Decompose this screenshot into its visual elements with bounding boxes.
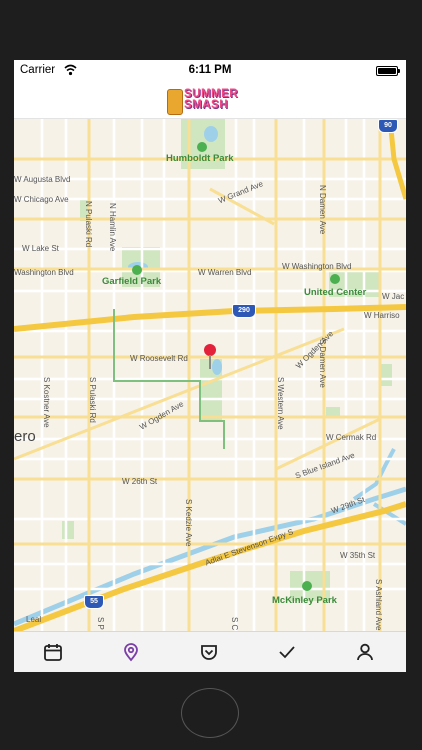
street-label: S Ashland Ave bbox=[374, 579, 383, 631]
park-icon bbox=[132, 265, 142, 275]
park-icon bbox=[197, 142, 207, 152]
street-label: S Western Ave bbox=[276, 377, 285, 430]
tab-calendar[interactable] bbox=[14, 632, 92, 672]
street-label: S Pulaski Rd bbox=[88, 377, 97, 423]
street-label: W Jac bbox=[382, 292, 405, 301]
street-label: W Warren Blvd bbox=[198, 268, 252, 277]
garfield-park-label: Garfield Park bbox=[102, 276, 162, 287]
map-pin-icon bbox=[124, 643, 138, 662]
i55-shield-icon: 55 bbox=[84, 595, 104, 609]
i90-shield-icon: 90 bbox=[378, 119, 398, 133]
calendar-icon bbox=[44, 644, 62, 661]
street-label: N Hamlin Ave bbox=[108, 203, 117, 252]
street-label: W Chicago Ave bbox=[14, 195, 69, 204]
status-bar: Carrier 6:11 PM bbox=[14, 60, 406, 82]
street-label: Washington Blvd bbox=[14, 268, 74, 277]
app-header: SUMMER SMASH bbox=[14, 82, 406, 119]
tab-check[interactable] bbox=[248, 632, 326, 672]
street-label: S Damen Ave bbox=[318, 339, 327, 388]
street-label: W Harriso bbox=[364, 311, 400, 320]
street-label: N Pulaski Rd bbox=[84, 201, 93, 248]
check-icon bbox=[279, 646, 295, 659]
street-label: S P bbox=[96, 617, 105, 630]
cicero-label: ero bbox=[14, 428, 36, 445]
battery-icon bbox=[376, 66, 400, 76]
juice-can-icon bbox=[167, 89, 183, 115]
street-label: W Roosevelt Rd bbox=[130, 354, 188, 363]
tab-bar bbox=[14, 631, 406, 672]
tab-map[interactable] bbox=[92, 632, 170, 672]
street-label: S Kedzie Ave bbox=[184, 499, 193, 547]
pocket-icon bbox=[201, 645, 217, 660]
tab-pocket[interactable] bbox=[170, 632, 248, 672]
street-label: W 26th St bbox=[122, 477, 158, 486]
street-label: S C bbox=[230, 617, 239, 631]
mckinley-park-label: McKinley Park bbox=[272, 595, 337, 606]
united-center-label: United Center bbox=[304, 287, 367, 298]
street-label: W Cermak Rd bbox=[326, 433, 377, 442]
street-label: W Washington Blvd bbox=[282, 262, 352, 271]
stadium-icon bbox=[330, 274, 340, 284]
street-label: W Lake St bbox=[22, 244, 59, 253]
logo-text: SUMMER SMASH bbox=[184, 88, 239, 111]
park-icon bbox=[302, 581, 312, 591]
street-label: N Damen Ave bbox=[318, 185, 327, 235]
tab-profile[interactable] bbox=[326, 632, 404, 672]
user-icon bbox=[357, 643, 373, 661]
phone-screen: Carrier 6:11 PM SUMMER SMASH 90 290 55 H… bbox=[14, 60, 406, 672]
location-pin-icon[interactable] bbox=[204, 344, 216, 369]
map-view[interactable]: 90 290 55 Humboldt Park Garfield Park Un… bbox=[14, 119, 406, 631]
street-label: Leal bbox=[26, 615, 42, 624]
clock: 6:11 PM bbox=[188, 64, 232, 76]
summer-smash-logo: SUMMER SMASH bbox=[167, 88, 253, 115]
home-button[interactable] bbox=[181, 688, 239, 738]
humboldt-park-label: Humboldt Park bbox=[166, 153, 234, 164]
street-label: S Kostner Ave bbox=[42, 377, 51, 428]
street-label: W Augusta Blvd bbox=[14, 175, 71, 184]
i290-shield-icon: 290 bbox=[232, 304, 256, 318]
street-label: W 35th St bbox=[340, 551, 376, 560]
